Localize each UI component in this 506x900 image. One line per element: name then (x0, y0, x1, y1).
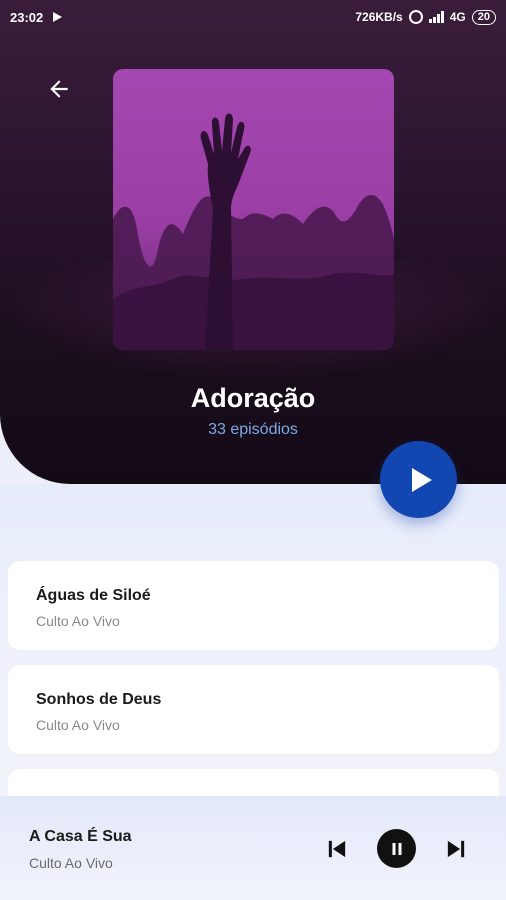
pause-button[interactable] (377, 829, 416, 868)
raised-hand-worship-image (113, 69, 394, 350)
status-right: 726KB/s 4G 20 (355, 9, 496, 25)
mini-player[interactable]: A Casa É Sua Culto Ao Vivo (0, 796, 506, 900)
battery-icon: 20 (471, 9, 496, 25)
play-all-button[interactable] (380, 441, 457, 518)
episode-card[interactable]: Águas de Siloé Culto Ao Vivo (8, 561, 499, 650)
alarm-icon (408, 10, 423, 24)
album-cover (113, 69, 394, 350)
episode-title: Águas de Siloé (36, 587, 151, 604)
status-bar: 23:02 726KB/s 4G 20 (0, 0, 506, 34)
status-time: 23:02 (10, 9, 44, 25)
previous-button[interactable] (320, 832, 354, 866)
play-icon (411, 467, 432, 492)
episode-card[interactable]: Sonhos de Deus Culto Ao Vivo (8, 665, 499, 754)
next-button[interactable] (439, 832, 473, 866)
playlist-title: Adoração (190, 383, 316, 413)
episode-subtitle: Culto Ao Vivo (36, 613, 120, 629)
now-playing-subtitle: Culto Ao Vivo (29, 855, 113, 871)
media-playing-icon (53, 12, 63, 22)
network-speed: 726KB/s (355, 10, 403, 24)
back-button[interactable] (40, 70, 78, 108)
now-playing-title: A Casa É Sua (29, 828, 132, 845)
network-type: 4G (449, 10, 466, 24)
signal-icon (428, 11, 444, 23)
pause-icon (392, 842, 401, 855)
skip-next-icon (447, 840, 465, 858)
episode-title: Sonhos de Deus (36, 691, 162, 708)
episode-subtitle: Culto Ao Vivo (36, 717, 120, 733)
arrow-left-icon (50, 80, 68, 98)
skip-previous-icon (328, 840, 346, 858)
episode-count: 33 episódios (208, 421, 298, 438)
